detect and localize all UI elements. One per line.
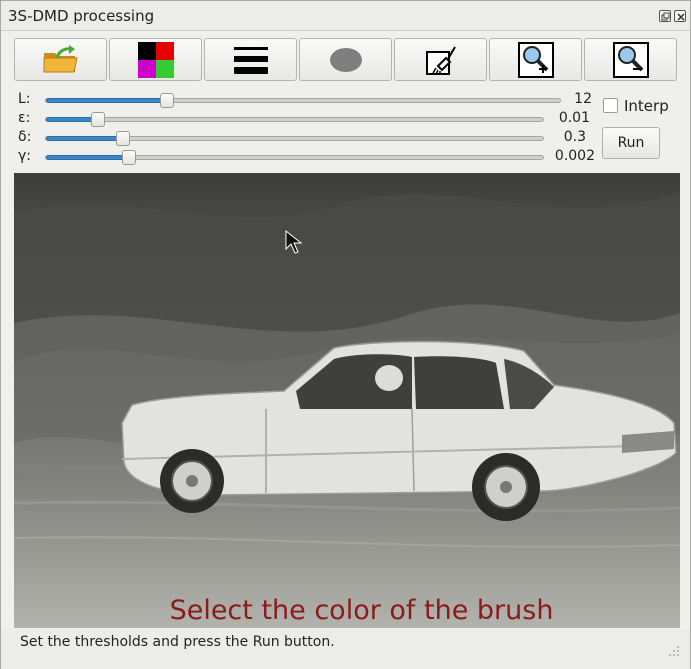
- run-button[interactable]: Run: [602, 127, 660, 159]
- clear-canvas-button[interactable]: [394, 38, 487, 81]
- title-bar[interactable]: 3S-DMD processing: [1, 1, 690, 31]
- slider-label: L:: [18, 91, 31, 107]
- car-photo: [14, 173, 680, 628]
- slider-handle[interactable]: [116, 131, 130, 146]
- resize-grip-icon[interactable]: [668, 645, 680, 657]
- slider-fill: [46, 98, 167, 103]
- zoom-out-button[interactable]: [584, 38, 677, 81]
- slider-handle[interactable]: [160, 93, 174, 108]
- close-window-icon[interactable]: [674, 10, 686, 22]
- slider-handle[interactable]: [91, 112, 105, 127]
- zoom-in-button[interactable]: [489, 38, 582, 81]
- slider-label: ε:: [18, 110, 31, 126]
- slider-label: δ:: [18, 129, 32, 145]
- slider-fill: [46, 155, 129, 160]
- parameter-sliders: L: 12 ε: 0.01 δ: 0.3 γ: 0.002: [1, 87, 691, 169]
- color-palette-button[interactable]: [109, 38, 202, 81]
- line-thickness-icon: [233, 46, 268, 74]
- slider-track[interactable]: [45, 150, 544, 165]
- zoom-in-icon: [517, 41, 554, 78]
- brush-shape-button[interactable]: [299, 38, 392, 81]
- slider-row-gamma: γ: 0.002: [1, 147, 595, 166]
- interp-checkbox[interactable]: [603, 98, 618, 113]
- eraser-broom-icon: [425, 45, 456, 75]
- processing-window: 3S-DMD processing L: 12 ε: 0.01 δ: 0.3 γ…: [0, 0, 691, 669]
- slider-value: 0.002: [554, 148, 595, 164]
- slider-handle[interactable]: [122, 150, 136, 165]
- brush-color-prompt: Select the color of the brush: [169, 595, 554, 626]
- open-file-button[interactable]: [14, 38, 107, 81]
- slider-row-epsilon: ε: 0.01: [1, 109, 590, 128]
- slider-track[interactable]: [45, 131, 544, 146]
- line-thickness-button[interactable]: [204, 38, 297, 81]
- status-text: Set the thresholds and press the Run but…: [20, 634, 335, 650]
- color-palette-icon: [137, 41, 174, 78]
- slider-value: 0.3: [563, 129, 586, 145]
- status-bar: Set the thresholds and press the Run but…: [1, 629, 690, 669]
- folder-open-icon: [43, 44, 78, 72]
- slider-value: 0.01: [558, 110, 590, 126]
- window-title: 3S-DMD processing: [8, 7, 155, 25]
- ellipse-brush-icon: [329, 47, 362, 72]
- image-canvas[interactable]: [14, 173, 680, 628]
- toolbar: [14, 38, 680, 81]
- slider-fill: [46, 136, 123, 141]
- slider-track[interactable]: [45, 93, 561, 108]
- slider-value: 12: [574, 91, 592, 107]
- slider-track[interactable]: [45, 112, 544, 127]
- slider-label: γ:: [18, 148, 32, 164]
- float-window-icon[interactable]: [659, 10, 671, 22]
- interp-label: Interp: [624, 97, 669, 115]
- zoom-out-icon: [612, 41, 649, 78]
- slider-row-L: L: 12: [1, 90, 592, 109]
- slider-row-delta: δ: 0.3: [1, 128, 586, 147]
